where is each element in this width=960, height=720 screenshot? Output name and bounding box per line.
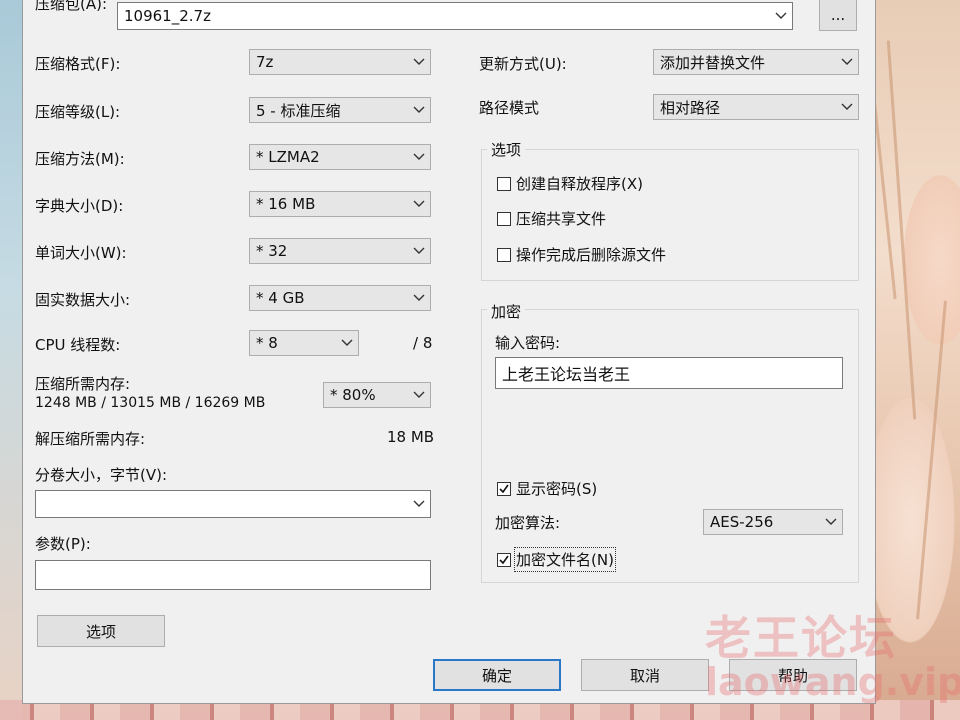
method-select[interactable]: * LZMA2	[249, 144, 431, 170]
word-label: 单词大小(W):	[35, 244, 127, 262]
encrypt-names-checkbox[interactable]: 加密文件名(N)	[497, 547, 616, 572]
options-group-title: 选项	[487, 139, 526, 160]
chevron-down-icon[interactable]	[408, 491, 430, 517]
password-input[interactable]: 上老王论坛当老王	[495, 357, 843, 389]
archive-path-combo[interactable]: 10961_2.7z	[117, 2, 793, 30]
checkmark-icon	[499, 555, 509, 564]
level-label: 压缩等级(L):	[35, 103, 121, 121]
threads-value: * 8	[256, 334, 278, 352]
dict-label: 字典大小(D):	[35, 197, 124, 215]
solid-label: 固实数据大小:	[35, 291, 131, 309]
sfx-label: 创建自释放程序(X)	[516, 175, 643, 193]
chevron-down-icon	[336, 331, 358, 355]
delete-label: 操作完成后删除源文件	[516, 246, 667, 264]
level-value: 5 - 标准压缩	[256, 101, 341, 120]
checkbox-box[interactable]	[497, 481, 511, 496]
shared-label: 压缩共享文件	[516, 210, 607, 228]
split-combo[interactable]	[35, 490, 431, 518]
decomp-value: 18 MB	[387, 428, 435, 446]
delete-checkbox[interactable]: 操作完成后删除源文件	[497, 244, 666, 265]
method-label: 压缩方法(M):	[35, 150, 125, 168]
chevron-down-icon	[836, 50, 858, 74]
threads-select[interactable]: * 8	[249, 330, 359, 356]
pathmode-label: 路径模式	[479, 99, 540, 117]
encryption-group-title: 加密	[487, 301, 526, 322]
level-select[interactable]: 5 - 标准压缩	[249, 97, 431, 123]
add-to-archive-dialog: 压缩包(A): 10961_2.7z ... 压缩格式(F): 7z 压缩等级(…	[22, 0, 876, 704]
threads-max: / 8	[413, 334, 433, 352]
archive-path-value: 10961_2.7z	[124, 7, 211, 25]
chevron-down-icon	[408, 192, 430, 216]
chevron-down-icon	[408, 383, 430, 407]
ok-button[interactable]: 确定	[433, 659, 561, 691]
update-select[interactable]: 添加并替换文件	[653, 49, 859, 75]
memory-select[interactable]: * 80%	[323, 382, 431, 408]
memory-label: 压缩所需内存:	[35, 375, 131, 393]
watermark-cn: 老王论坛	[705, 611, 897, 665]
update-label: 更新方式(U):	[479, 55, 567, 73]
decomp-label: 解压缩所需内存:	[35, 430, 146, 448]
update-value: 添加并替换文件	[660, 53, 766, 72]
checkbox-box[interactable]	[497, 552, 511, 567]
checkbox-box[interactable]	[497, 247, 511, 262]
word-select[interactable]: * 32	[249, 238, 431, 264]
watermark-en: laowang.vip	[705, 660, 960, 704]
show-password-label: 显示密码(S)	[516, 480, 598, 498]
dict-value: * 16 MB	[256, 195, 316, 213]
method-value: * LZMA2	[256, 148, 320, 166]
memory-detail: 1248 MB / 13015 MB / 16269 MB	[35, 395, 266, 411]
threads-label: CPU 线程数:	[35, 336, 121, 354]
options-button[interactable]: 选项	[37, 615, 165, 647]
chevron-down-icon	[408, 50, 430, 74]
encrypt-names-label: 加密文件名(N)	[514, 547, 616, 572]
solid-value: * 4 GB	[256, 289, 305, 307]
split-label: 分卷大小，字节(V):	[35, 466, 168, 484]
chevron-down-icon	[836, 95, 858, 119]
format-label: 压缩格式(F):	[35, 55, 121, 73]
checkmark-icon	[499, 484, 509, 493]
archive-label: 压缩包(A):	[35, 0, 108, 13]
chevron-down-icon	[408, 98, 430, 122]
format-value: 7z	[256, 53, 274, 71]
enc-method-value: AES-256	[710, 513, 774, 531]
chevron-down-icon	[408, 286, 430, 310]
params-label: 参数(P):	[35, 535, 91, 553]
password-label: 输入密码:	[495, 334, 561, 352]
word-value: * 32	[256, 242, 288, 260]
cancel-button[interactable]: 取消	[581, 659, 709, 691]
wallpaper-left	[0, 0, 22, 720]
sfx-checkbox[interactable]: 创建自释放程序(X)	[497, 173, 643, 194]
format-select[interactable]: 7z	[249, 49, 431, 75]
memory-value: * 80%	[330, 386, 376, 404]
pathmode-select[interactable]: 相对路径	[653, 94, 859, 120]
enc-method-select[interactable]: AES-256	[703, 509, 843, 535]
dict-select[interactable]: * 16 MB	[249, 191, 431, 217]
params-input[interactable]	[35, 560, 431, 590]
checkbox-box[interactable]	[497, 176, 511, 191]
chevron-down-icon	[820, 510, 842, 534]
chevron-down-icon	[408, 145, 430, 169]
chevron-down-icon	[408, 239, 430, 263]
chevron-down-icon[interactable]	[770, 3, 792, 29]
enc-method-label: 加密算法:	[495, 514, 561, 532]
checkbox-box[interactable]	[497, 211, 511, 226]
show-password-checkbox[interactable]: 显示密码(S)	[497, 478, 597, 499]
solid-select[interactable]: * 4 GB	[249, 285, 431, 311]
pathmode-value: 相对路径	[660, 98, 721, 117]
browse-button[interactable]: ...	[819, 0, 857, 31]
shared-checkbox[interactable]: 压缩共享文件	[497, 208, 606, 229]
